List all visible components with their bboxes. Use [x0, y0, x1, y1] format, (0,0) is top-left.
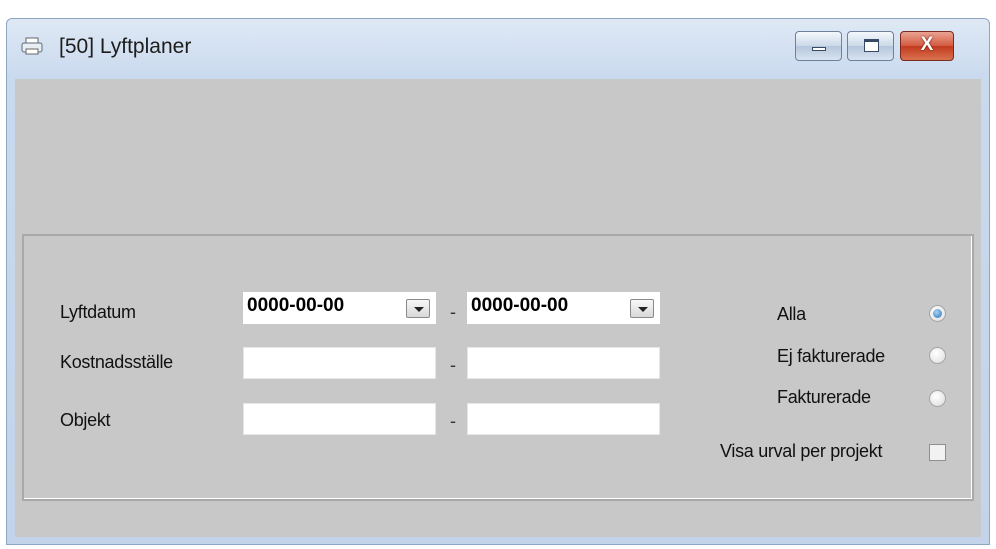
- kostnadsstalle-to-field[interactable]: [467, 347, 660, 379]
- chevron-down-icon[interactable]: [630, 299, 654, 318]
- lyftplaner-window: [50] Lyftplaner X Lyftdatum 0000-00-00 -…: [0, 0, 996, 549]
- minimize-button[interactable]: [795, 31, 842, 61]
- visa-urval-checkbox[interactable]: [929, 444, 946, 461]
- objekt-separator: -: [450, 411, 456, 431]
- radio-ej-fakturerade[interactable]: [929, 347, 946, 364]
- radio-label-alla: Alla: [777, 304, 806, 324]
- lyftdatum-to-picker[interactable]: 0000-00-00: [467, 292, 660, 324]
- objekt-from-field[interactable]: [243, 403, 436, 435]
- radio-fakturerade[interactable]: [929, 390, 946, 407]
- visa-urval-label: Visa urval per projekt: [720, 441, 883, 461]
- radio-alla[interactable]: [929, 305, 946, 322]
- lyftdatum-to-value: 0000-00-00: [471, 295, 569, 316]
- window-title: [50] Lyftplaner: [59, 35, 192, 58]
- radio-label-ej-fakturerade: Ej fakturerade: [777, 346, 885, 366]
- chevron-down-icon[interactable]: [406, 299, 430, 318]
- lyftdatum-from-picker[interactable]: 0000-00-00: [243, 292, 436, 324]
- lyftdatum-label: Lyftdatum: [60, 302, 136, 322]
- kostnadsstalle-from-field[interactable]: [243, 347, 436, 379]
- lyftdatum-separator: -: [450, 302, 456, 322]
- close-icon: X: [920, 34, 934, 55]
- title-bar[interactable]: [50] Lyftplaner X: [7, 19, 989, 79]
- minimize-icon: [812, 47, 826, 51]
- kostnadsstalle-label: Kostnadsställe: [60, 352, 173, 372]
- kostnadsstalle-separator: -: [450, 355, 456, 375]
- objekt-to-field[interactable]: [467, 403, 660, 435]
- printer-icon: [21, 37, 43, 55]
- maximize-icon: [864, 39, 879, 52]
- close-button[interactable]: X: [900, 31, 954, 61]
- lyftdatum-from-value: 0000-00-00: [247, 295, 345, 316]
- objekt-label: Objekt: [60, 410, 111, 430]
- radio-label-fakturerade: Fakturerade: [777, 387, 871, 407]
- maximize-button[interactable]: [847, 31, 894, 61]
